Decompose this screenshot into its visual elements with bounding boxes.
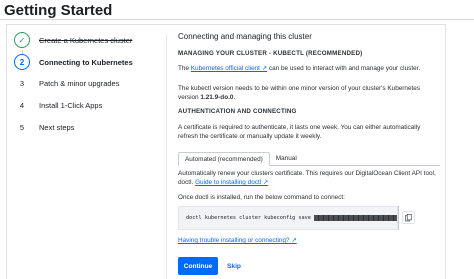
tab-manual[interactable]: Manual [270,152,303,166]
skip-button[interactable]: Skip [224,257,244,275]
step-number: 2 [14,54,30,70]
copy-button[interactable] [402,211,415,224]
connection-tabs: Automated (recommended) Manual [178,152,303,166]
text: . [233,94,236,101]
tab-automated[interactable]: Automated (recommended) [178,152,270,166]
kubectl-description: The Kubernetes official client ↗ can be … [178,64,440,73]
step-create-cluster[interactable]: ✓ Create a Kubernetes cluster [14,32,164,48]
continue-button[interactable]: Continue [178,257,218,275]
auth-heading: AUTHENTICATION AND CONNECTING [178,108,297,115]
step-next-steps[interactable]: 5 Next steps [14,119,164,135]
section-heading: Connecting and managing this cluster [178,32,312,41]
automated-description: Automatically renew your clusters certif… [178,169,440,187]
step-number: 3 [19,78,25,88]
auth-description: A certificate is required to authenticat… [178,124,421,140]
step-label: Patch & minor upgrades [39,78,120,88]
kubectl-version-note: The kubectl version needs to be within o… [178,84,440,102]
guide-doctl-link[interactable]: Guide to installing doctl ↗ [195,179,268,186]
step-label: Create a Kubernetes cluster [39,35,133,45]
text: can be used to interact with and manage … [267,65,421,72]
step-label: Connecting to Kubernetes [39,57,133,67]
step-patch-upgrades[interactable]: 3 Patch & minor upgrades [14,75,164,91]
run-command-note: Once doctl is installed, run the below c… [178,194,345,201]
copy-icon [405,213,412,221]
step-label: Next steps [39,122,75,132]
title-divider [0,19,474,20]
step-number: 5 [19,122,25,132]
step-number: 4 [19,100,25,110]
kubernetes-client-link[interactable]: Kubernetes official client ↗ [191,65,267,72]
command-box-edge [398,206,399,230]
text: The [178,65,191,72]
command-box: doctl kubernetes cluster kubeconfig save [178,206,398,230]
step-install-apps[interactable]: 4 Install 1-Click Apps [14,97,164,113]
kubernetes-version: 1.21.9-do.0 [200,94,234,101]
troubleshooting-link[interactable]: Having trouble installing or connecting?… [178,236,440,245]
page-title: Getting Started [4,2,113,19]
checkmark-icon: ✓ [14,32,30,48]
command-text: doctl kubernetes cluster kubeconfig save [186,215,311,221]
content-divider [166,34,167,279]
step-connecting[interactable]: 2 Connecting to Kubernetes [14,54,164,70]
kubectl-heading: MANAGING YOUR CLUSTER - KUBECTL (RECOMME… [178,50,363,57]
step-label: Install 1-Click Apps [39,100,103,110]
redacted-cluster-id [313,215,397,221]
